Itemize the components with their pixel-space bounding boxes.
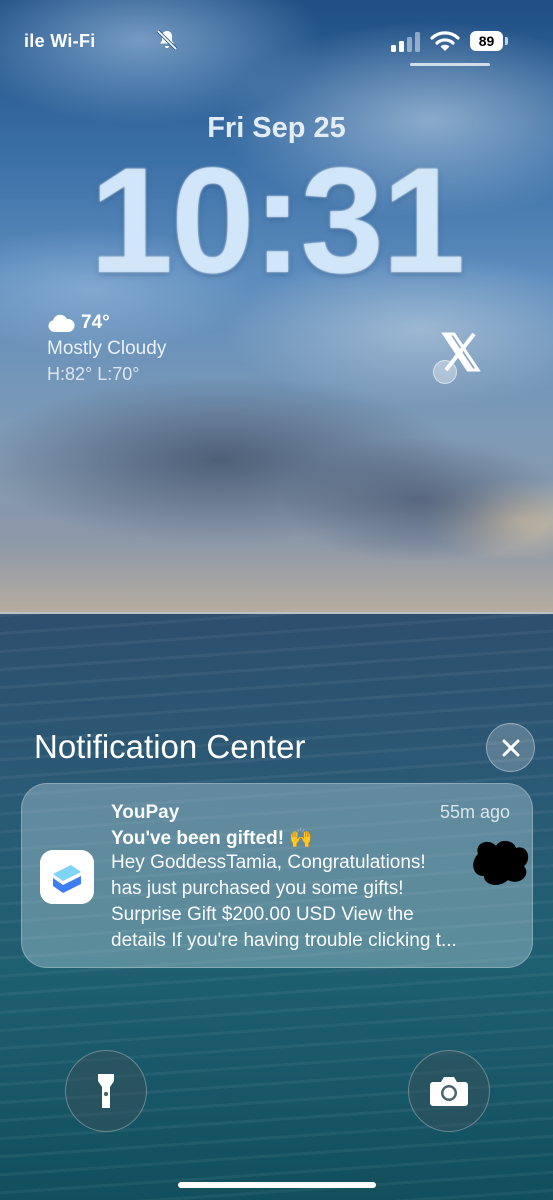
notification-body-line: Surprise Gift $200.00 USD View the [111,904,414,925]
cloud-icon [48,314,75,332]
close-icon [502,739,519,756]
battery-level: 89 [470,31,503,51]
camera-icon [430,1077,468,1106]
notification-center-title: Notification Center [34,728,306,765]
wifi-icon [430,31,460,51]
redaction-scribble [473,840,529,885]
bell-slash-icon [156,29,178,51]
youpay-app-icon [40,850,94,904]
widget-indicator-dot [433,360,457,384]
weather-temperature: 74° [81,312,110,333]
weather-widget[interactable]: 74° Mostly Cloudy H:82° L:70° [47,310,166,385]
battery-nub [505,37,508,45]
carrier-label: ile Wi-Fi [24,31,96,51]
status-bar: ile Wi-Fi 89 [0,0,553,80]
flashlight-button[interactable] [65,1050,147,1132]
signal-icon [391,32,420,52]
notification-body-line: details If you're having trouble clickin… [111,930,457,951]
notification-time: 55m ago [439,802,510,822]
notification-body: Hey GoddessTamia, Congratulations! has j… [111,850,516,954]
notification-app-name: YouPay [111,802,180,823]
camera-button[interactable] [408,1050,490,1132]
battery-icon: 89 [470,31,508,51]
lock-time: 10:31 [89,136,466,304]
notification-body-line: Hey GoddessTamia, Congratulations! [111,852,426,873]
weather-high-low: H:82° L:70° [47,364,140,384]
sky-background [0,0,553,615]
notification-title: You've been gifted! 🙌 [111,828,314,849]
notification-card[interactable]: YouPay 55m ago You've been gifted! 🙌 Hey… [21,783,533,968]
notification-body-line: has just purchased you some gifts! [111,878,404,899]
weather-condition: Mostly Cloudy [47,338,167,359]
close-button[interactable] [486,723,535,772]
control-center-handle[interactable] [410,63,490,66]
home-indicator[interactable] [178,1182,376,1188]
flashlight-icon [98,1074,114,1108]
